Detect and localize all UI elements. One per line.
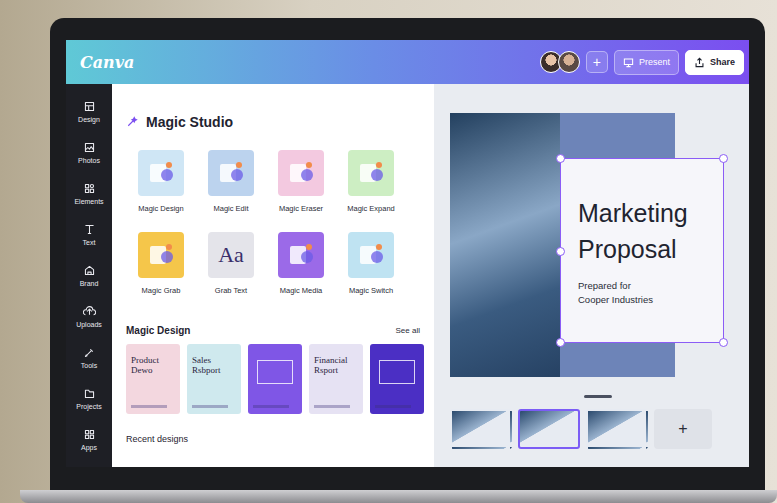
sidebar: DesignPhotosElementsTextBrandUploadsTool…	[66, 84, 112, 467]
template-card[interactable]: Sales Rsbport	[187, 344, 241, 414]
tool-illustration-icon	[356, 240, 386, 270]
avatar-icon[interactable]	[558, 51, 580, 73]
sidebar-icon	[83, 141, 96, 154]
tool-card[interactable]: Magic Eraser	[266, 150, 336, 213]
template-card[interactable]	[370, 344, 424, 414]
sidebar-item[interactable]: Design	[66, 91, 112, 132]
recent-designs-title: Recent designs	[126, 434, 424, 444]
template-line	[192, 405, 228, 408]
tool-card[interactable]: Magic Expand	[336, 150, 406, 213]
editor-canvas: Marketing ProposalPrepared forCooper Ind…	[434, 84, 749, 467]
sidebar-icon	[83, 387, 96, 400]
tool-illustration-icon	[146, 158, 176, 188]
canva-logo[interactable]: Canva	[80, 53, 134, 72]
resize-handle[interactable]	[556, 154, 565, 163]
template-line	[131, 405, 167, 408]
top-actions: + PresentShare	[540, 50, 744, 75]
sidebar-item[interactable]: Text	[66, 214, 112, 255]
tool-card[interactable]: Magic Grab	[126, 232, 196, 295]
sidebar-icon	[83, 264, 96, 277]
tool-illustration-icon	[286, 158, 316, 188]
sidebar-item[interactable]: Photos	[66, 132, 112, 173]
photo-scene: Canva + PresentShare DesignPhotosElementsTe…	[0, 0, 777, 503]
tool-thumbnail: Aa	[208, 232, 254, 278]
see-all-link[interactable]: See all	[396, 326, 420, 335]
page-thumbnail[interactable]	[450, 409, 512, 449]
tool-illustration-icon	[146, 240, 176, 270]
scroll-indicator	[584, 395, 612, 398]
sidebar-icon	[83, 223, 96, 236]
resize-handle[interactable]	[719, 338, 728, 347]
template-card[interactable]	[248, 344, 302, 414]
tool-thumbnail	[208, 150, 254, 196]
collaborators	[540, 51, 580, 73]
page-strip: +	[450, 409, 749, 449]
tool-thumbnail	[278, 232, 324, 278]
template-line	[375, 405, 411, 408]
title-card[interactable]: Marketing ProposalPrepared forCooper Ind…	[560, 158, 724, 343]
present-button[interactable]: Present	[614, 50, 679, 75]
sparkle-icon	[126, 116, 138, 128]
add-collaborator-button[interactable]: +	[586, 51, 608, 73]
top-bar: Canva + PresentShare	[66, 40, 749, 84]
template-frame	[257, 360, 293, 384]
template-line	[253, 405, 289, 408]
sidebar-item[interactable]: Projects	[66, 378, 112, 419]
sidebar-icon	[83, 100, 96, 113]
tool-card[interactable]: Magic Switch	[336, 232, 406, 295]
template-list: Product DewoSales Rsbport Financial Rspor…	[126, 344, 424, 414]
tool-thumbnail	[278, 150, 324, 196]
sidebar-item[interactable]: Apps	[66, 419, 112, 460]
upload-icon	[694, 57, 705, 68]
sidebar-icon	[83, 346, 96, 359]
present-icon	[623, 57, 634, 68]
resize-handle[interactable]	[719, 154, 728, 163]
tool-card[interactable]: Magic Design	[126, 150, 196, 213]
magic-studio-heading: Magic Studio	[126, 114, 424, 130]
resize-handle[interactable]	[556, 247, 565, 256]
page-thumbnail[interactable]	[518, 409, 580, 449]
laptop-base	[20, 490, 777, 503]
tool-card[interactable]: Magic Media	[266, 232, 336, 295]
sidebar-item[interactable]: Brand	[66, 255, 112, 296]
share-button[interactable]: Share	[685, 50, 744, 75]
add-page-button[interactable]: +	[654, 409, 712, 449]
sidebar-icon	[83, 428, 96, 441]
tool-grid: Magic DesignMagic EditMagic EraserMagic …	[126, 150, 424, 295]
tool-thumbnail	[348, 232, 394, 278]
tool-thumbnail	[138, 150, 184, 196]
slide[interactable]: Marketing ProposalPrepared forCooper Ind…	[450, 113, 724, 377]
canva-app: Canva + PresentShare DesignPhotosElementsTe…	[66, 40, 749, 467]
tool-illustration-icon	[356, 158, 386, 188]
sidebar-icon	[83, 182, 96, 195]
side-panel: Magic StudioMagic DesignMagic EditMagic …	[112, 84, 434, 467]
template-frame	[379, 360, 415, 384]
tool-illustration-icon	[286, 240, 316, 270]
sidebar-item[interactable]: Elements	[66, 173, 112, 214]
tool-thumbnail	[138, 232, 184, 278]
tool-illustration-icon	[216, 158, 246, 188]
sidebar-item[interactable]: Tools	[66, 337, 112, 378]
tool-card[interactable]: AaGrab Text	[196, 232, 266, 295]
template-card[interactable]: Product Dewo	[126, 344, 180, 414]
template-card[interactable]: Financial Rsport	[309, 344, 363, 414]
workspace: DesignPhotosElementsTextBrandUploadsTool…	[66, 84, 749, 467]
laptop-bezel: Canva + PresentShare DesignPhotosElementsTe…	[50, 18, 765, 490]
tool-thumbnail	[348, 150, 394, 196]
magic-design-header: Magic DesignSee all	[126, 325, 424, 336]
page-thumbnail[interactable]	[586, 409, 648, 449]
template-line	[314, 405, 350, 408]
tool-card[interactable]: Magic Edit	[196, 150, 266, 213]
sidebar-item[interactable]: Uploads	[66, 296, 112, 337]
sidebar-icon	[83, 305, 96, 318]
resize-handle[interactable]	[556, 338, 565, 347]
